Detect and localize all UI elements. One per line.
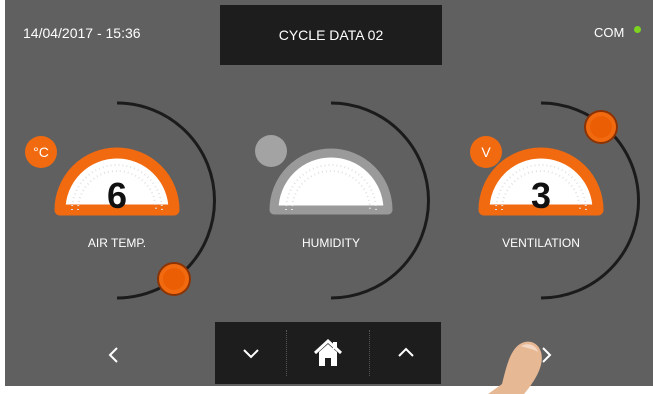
home-button[interactable] — [287, 322, 369, 384]
previous-page-button[interactable] — [98, 338, 130, 372]
title-bar: CYCLE DATA 02 — [220, 5, 442, 65]
air-temp-dial[interactable]: °C 6 AIR TEMP. — [12, 98, 222, 308]
air-temp-label: AIR TEMP. — [87, 236, 147, 250]
celsius-unit-badge: °C — [25, 136, 57, 168]
decrease-button[interactable] — [215, 322, 286, 384]
cycle-data-screen: 14/04/2017 - 15:36 CYCLE DATA 02 COM °C … — [0, 0, 653, 394]
ventilation-label: VENTILATION — [502, 236, 580, 250]
ventilation-value: 3 — [530, 175, 552, 216]
page-title: CYCLE DATA 02 — [278, 27, 384, 43]
com-status-label: COM — [594, 25, 625, 40]
humidity-dial-graphic — [255, 101, 430, 300]
ventilation-unit-badge: V — [470, 136, 502, 168]
chevron-down-icon — [242, 349, 259, 359]
humidity-dial[interactable]: HUMIDITY — [226, 98, 436, 308]
chevron-left-icon — [108, 347, 118, 363]
com-status-indicator — [634, 26, 641, 33]
datetime-display: 14/04/2017 - 15:36 — [23, 25, 141, 41]
chevron-up-icon — [397, 347, 414, 357]
pointing-finger — [488, 341, 542, 394]
ventilation-dial[interactable]: V 3 VENTILATION — [436, 98, 646, 308]
home-icon — [313, 338, 343, 366]
humidity-label: HUMIDITY — [302, 236, 360, 250]
control-bar — [215, 322, 441, 384]
humidity-slider-handle — [255, 135, 287, 167]
air-temp-value: 6 — [106, 175, 128, 216]
increase-button[interactable] — [370, 322, 441, 384]
